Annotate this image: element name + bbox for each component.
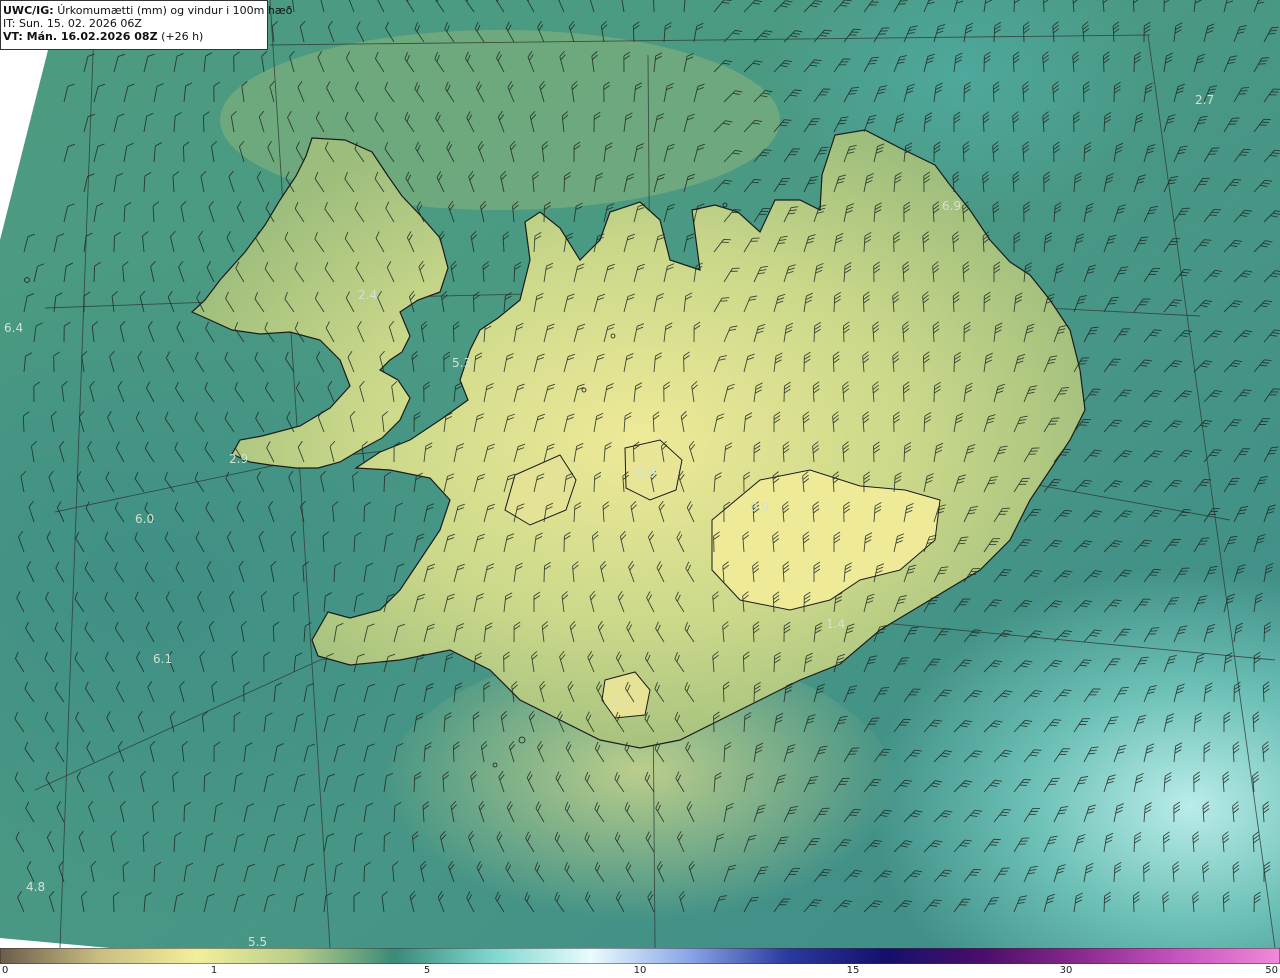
colorbar-tick: 30 bbox=[1059, 965, 1073, 976]
value-label: 0.9 bbox=[750, 500, 769, 514]
valid-time: VT: Mán. 16.02.2026 08Z bbox=[3, 30, 158, 43]
value-label: 2.4 bbox=[358, 288, 377, 302]
value-label: 2.7 bbox=[1195, 93, 1214, 107]
value-label: 6.0 bbox=[135, 512, 154, 526]
colorbar-tick: 5 bbox=[423, 965, 431, 976]
model-label: UWC/IG: bbox=[3, 4, 54, 17]
map-info-box: UWC/IG: Úrkomumætti (mm) og vindur i 100… bbox=[0, 0, 292, 50]
value-label: 6.4 bbox=[4, 321, 23, 335]
issue-time: IT: Sun. 15. 02. 2026 06Z bbox=[3, 17, 142, 30]
value-label: 1.4 bbox=[826, 617, 845, 631]
value-label: 5.5 bbox=[248, 935, 267, 948]
colorbar: 0 1 5 10 15 30 50 bbox=[0, 948, 1280, 978]
valid-offset: (+26 h) bbox=[161, 30, 204, 43]
precipitation-map: 2.4 6.4 5.3 2.9 6.0 6.1 4.8 5.5 6.9 2.7 … bbox=[0, 0, 1280, 948]
map-title: Úrkomumætti (mm) og vindur i 100m hæð bbox=[57, 4, 293, 17]
value-label: 2.9 bbox=[229, 452, 248, 466]
colorbar-tick: 15 bbox=[846, 965, 860, 976]
value-label: 4.8 bbox=[26, 880, 45, 894]
value-label: 6.1 bbox=[153, 652, 172, 666]
colorbar-gradient bbox=[0, 948, 1280, 964]
value-label: 5.3 bbox=[452, 356, 471, 370]
colorbar-tick: 1 bbox=[210, 965, 218, 976]
colorbar-tick: 10 bbox=[633, 965, 647, 976]
colorbar-tick: 0 bbox=[2, 965, 9, 976]
colorbar-tick: 50 bbox=[1265, 965, 1278, 976]
value-label: 6.9 bbox=[942, 199, 961, 213]
value-label: 0.9 bbox=[637, 466, 656, 480]
value-label: 2.1 bbox=[610, 695, 629, 709]
